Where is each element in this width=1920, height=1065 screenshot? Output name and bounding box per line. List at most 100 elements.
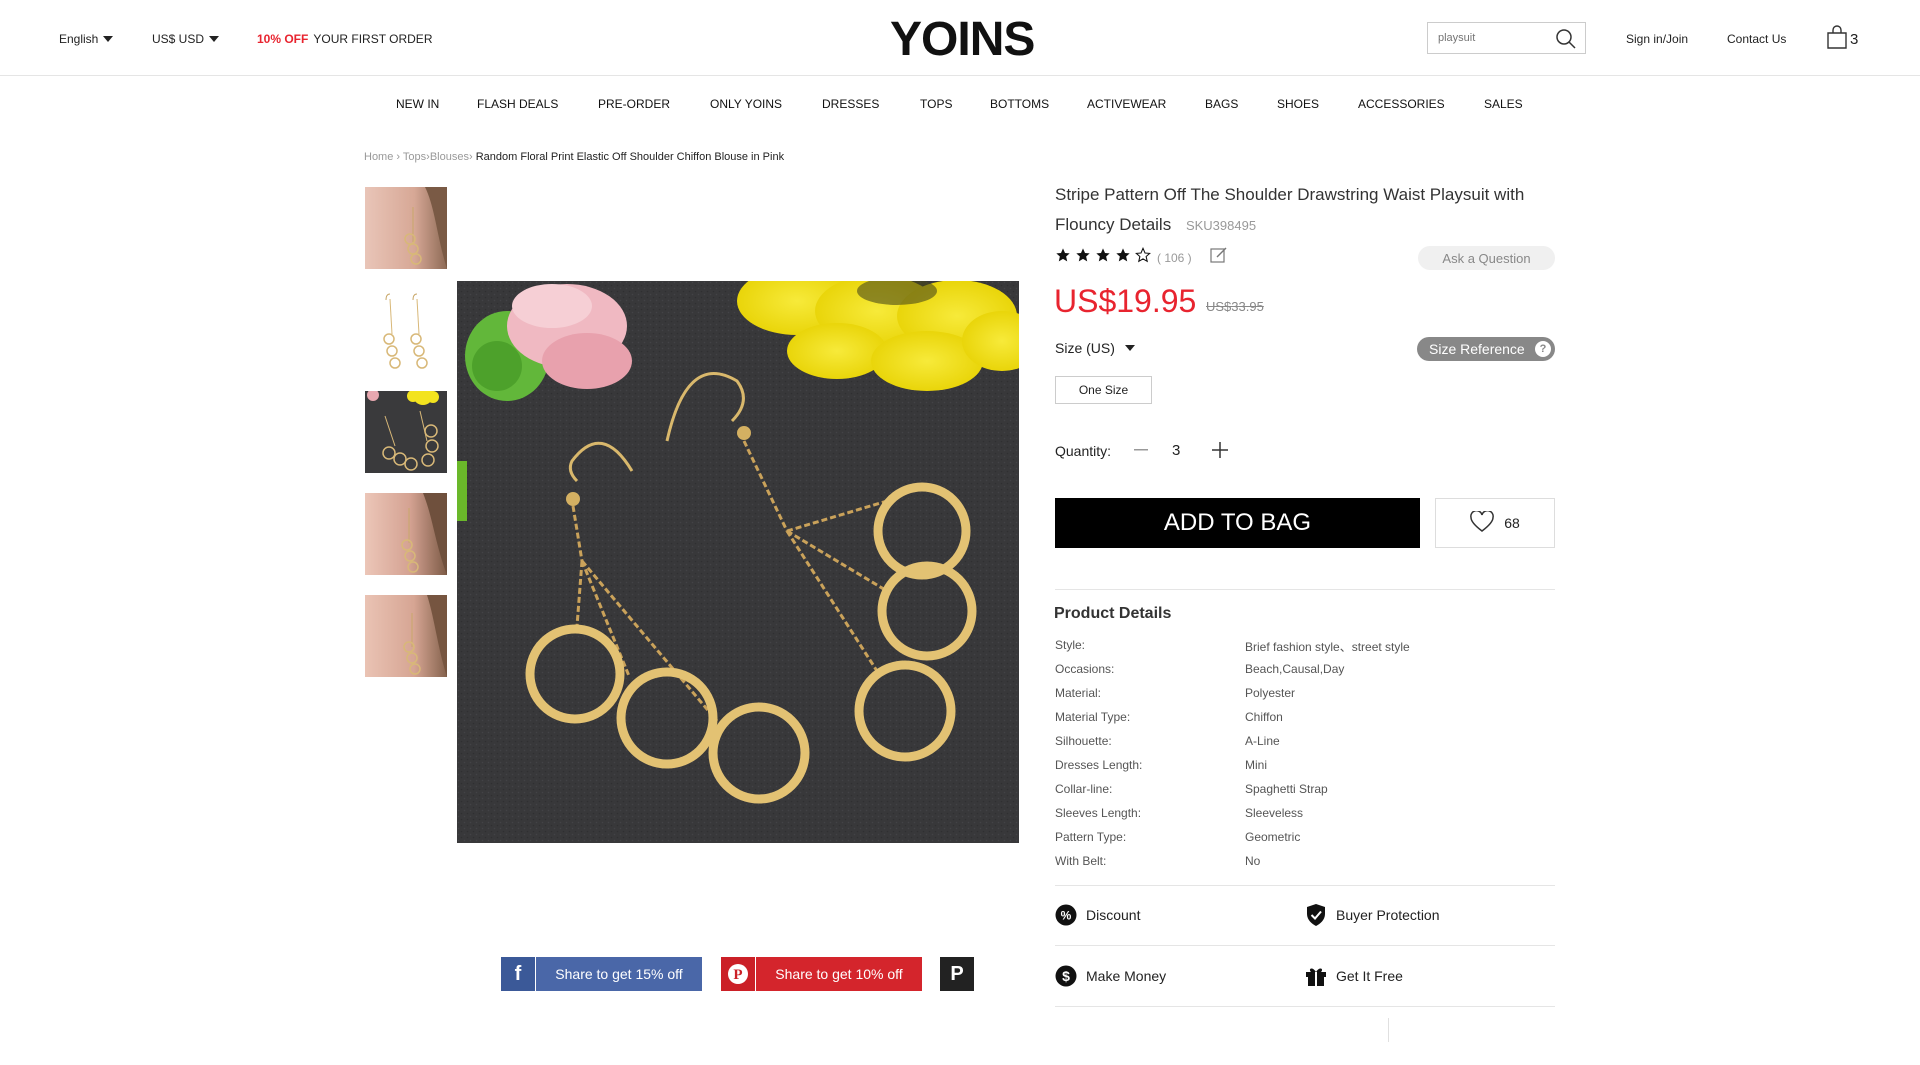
- current-price: US$19.95: [1054, 283, 1197, 319]
- size-selector[interactable]: Size (US): [1055, 340, 1135, 356]
- heart-icon: [1470, 509, 1495, 536]
- main-nav: NEW IN FLASH DEALS PRE-ORDER ONLY YOINS …: [0, 77, 1920, 130]
- pinterest-icon: P: [721, 957, 755, 991]
- nav-item-shoes[interactable]: SHOES: [1277, 97, 1319, 111]
- breadcrumb-home[interactable]: Home: [364, 151, 393, 163]
- thumbnail-5[interactable]: [365, 595, 447, 677]
- shield-check-icon: [1305, 904, 1327, 926]
- wishlist-button[interactable]: 68: [1435, 498, 1555, 548]
- promo-banner[interactable]: 10% OFF YOUR FIRST ORDER: [257, 32, 432, 46]
- thumbnail-4[interactable]: [365, 493, 447, 575]
- percent-badge-icon: %: [1055, 904, 1077, 926]
- spec-key: Material:: [1055, 686, 1102, 700]
- site-logo[interactable]: YOINS: [890, 12, 1035, 67]
- breadcrumb-blouses[interactable]: Blouses: [430, 151, 469, 163]
- facebook-icon: f: [501, 957, 535, 991]
- spec-row: Pattern Type: Geometric: [1055, 830, 1555, 844]
- quantity-label: Quantity:: [1055, 443, 1112, 459]
- currency-label: US$ USD: [152, 32, 205, 46]
- nav-item-bottoms[interactable]: BOTTOMS: [990, 97, 1049, 111]
- breadcrumb-tops[interactable]: Tops: [403, 151, 426, 163]
- spec-row: Material Type: Chiffon: [1055, 710, 1555, 724]
- spec-key: With Belt:: [1055, 854, 1107, 868]
- nav-item-only-yoins[interactable]: ONLY YOINS: [710, 97, 782, 111]
- quantity-decrease-button[interactable]: [1133, 438, 1149, 462]
- dollar-coin-icon: $: [1055, 965, 1077, 987]
- pin-it-button[interactable]: P: [940, 957, 974, 991]
- nav-item-new-in[interactable]: NEW IN: [396, 97, 439, 111]
- quantity-increase-button[interactable]: [1211, 438, 1229, 462]
- contact-link[interactable]: Contact Us: [1727, 32, 1786, 46]
- help-icon: ?: [1535, 341, 1551, 357]
- wishlist-count: 68: [1504, 515, 1520, 531]
- currency-selector[interactable]: US$ USD: [152, 32, 220, 46]
- spec-value: Chiffon: [1245, 710, 1283, 724]
- make-money-feature[interactable]: $ Make Money: [1055, 965, 1166, 987]
- star-filled-icon: [1115, 247, 1131, 268]
- spec-value: A-Line: [1245, 734, 1280, 748]
- spec-row: Silhouette: A-Line: [1055, 734, 1555, 748]
- nav-item-flash-deals[interactable]: FLASH DEALS: [477, 97, 558, 111]
- discount-feature[interactable]: % Discount: [1055, 904, 1140, 926]
- bag-icon: [1826, 25, 1848, 53]
- spec-value: Spaghetti Strap: [1245, 782, 1328, 796]
- pinterest-share-button[interactable]: P Share to get 10% off: [721, 957, 922, 991]
- product-title-text: Stripe Pattern Off The Shoulder Drawstri…: [1055, 185, 1525, 234]
- search-icon[interactable]: [1555, 28, 1577, 55]
- write-review-icon[interactable]: [1210, 246, 1228, 269]
- language-selector[interactable]: English: [59, 32, 114, 46]
- cart-button[interactable]: 3: [1826, 25, 1858, 53]
- spec-row: Dresses Length: Mini: [1055, 758, 1555, 772]
- spec-value: No: [1245, 854, 1261, 868]
- rating-stars[interactable]: ( 106 ): [1055, 246, 1228, 269]
- star-filled-icon: [1055, 247, 1071, 268]
- nav-item-bags[interactable]: BAGS: [1205, 97, 1238, 111]
- breadcrumb: Home › Tops›Blouses› Random Floral Print…: [364, 151, 784, 163]
- language-label: English: [59, 32, 99, 46]
- breadcrumb-current: Random Floral Print Elastic Off Shoulder…: [475, 151, 785, 163]
- quantity-value[interactable]: 3: [1172, 442, 1180, 459]
- discount-label: Discount: [1086, 907, 1141, 923]
- size-option-one-size[interactable]: One Size: [1055, 376, 1152, 404]
- nav-item-sales[interactable]: SALES: [1484, 97, 1523, 111]
- divider: [1055, 945, 1555, 946]
- size-reference-button[interactable]: Size Reference ?: [1417, 337, 1555, 361]
- nav-item-activewear[interactable]: ACTIVEWEAR: [1087, 97, 1166, 111]
- main-product-image[interactable]: [457, 281, 1019, 843]
- ask-question-button[interactable]: Ask a Question: [1418, 246, 1555, 270]
- facebook-share-button[interactable]: f Share to get 15% off: [501, 957, 702, 991]
- spec-key: Dresses Length:: [1055, 758, 1143, 772]
- product-title: Stripe Pattern Off The Shoulder Drawstri…: [1055, 180, 1565, 241]
- spec-row: Sleeves Length: Sleeveless: [1055, 806, 1555, 820]
- search-input[interactable]: [1428, 23, 1548, 53]
- get-it-free-feature[interactable]: Get It Free: [1305, 965, 1403, 987]
- star-filled-icon: [1075, 247, 1091, 268]
- sign-in-link[interactable]: Sign in/Join: [1626, 32, 1688, 46]
- thumbnail-2[interactable]: [365, 289, 447, 371]
- add-to-bag-button[interactable]: ADD TO BAG: [1055, 498, 1420, 548]
- breadcrumb-separator: ›: [468, 151, 476, 163]
- spec-value: Mini: [1245, 758, 1268, 772]
- promo-highlight: 10% OFF: [257, 32, 309, 46]
- thumbnail-1[interactable]: [365, 187, 447, 269]
- svg-text:$: $: [1062, 968, 1070, 984]
- promo-text: YOUR FIRST ORDER: [313, 32, 433, 46]
- divider: [1388, 1018, 1389, 1042]
- review-count[interactable]: ( 106 ): [1157, 251, 1192, 265]
- nav-item-pre-order[interactable]: PRE-ORDER: [598, 97, 670, 111]
- nav-item-tops[interactable]: TOPS: [920, 97, 952, 111]
- nav-item-dresses[interactable]: DRESSES: [822, 97, 879, 111]
- divider: [1055, 1006, 1555, 1007]
- search-box: [1427, 22, 1586, 54]
- make-money-label: Make Money: [1086, 968, 1167, 984]
- original-price: US$33.95: [1206, 299, 1264, 314]
- spec-value: Geometric: [1245, 830, 1301, 844]
- spec-key: Material Type:: [1055, 710, 1131, 724]
- spec-row: Occasions: Beach,Causal,Day: [1055, 662, 1555, 676]
- nav-item-accessories[interactable]: ACCESSORIES: [1358, 97, 1445, 111]
- thumbnail-3[interactable]: [365, 391, 447, 473]
- spec-value: Polyester: [1245, 686, 1296, 700]
- star-empty-icon: [1135, 246, 1151, 268]
- star-filled-icon: [1095, 247, 1111, 268]
- buyer-protection-feature[interactable]: Buyer Protection: [1305, 904, 1440, 926]
